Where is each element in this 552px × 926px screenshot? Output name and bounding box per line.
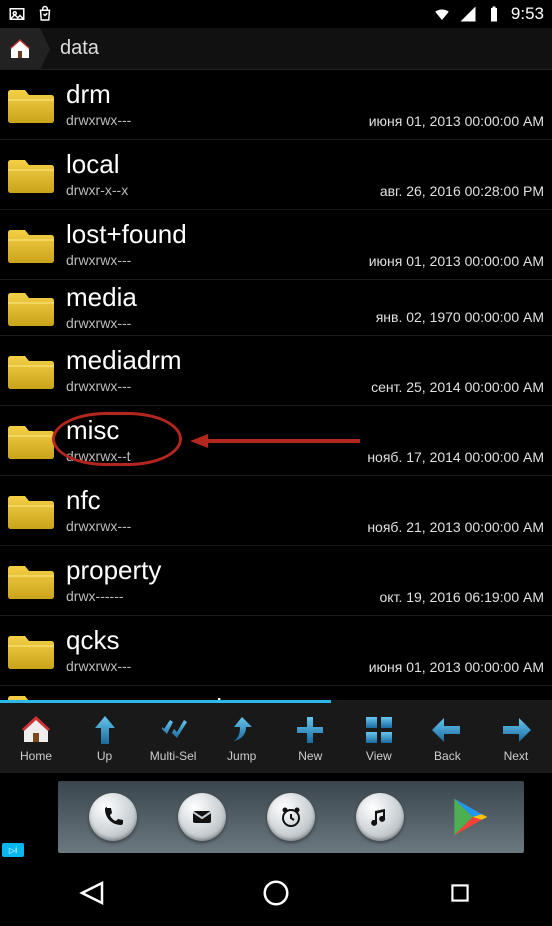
folder-permissions: drwxrwx--- <box>66 112 369 129</box>
folder-permissions: drwxrwx--t <box>66 448 367 465</box>
toolbar-label: Jump <box>227 749 256 763</box>
file-list[interactable]: drm drwxrwx--- июня 01, 2013 00:00:00 AM… <box>0 70 552 700</box>
folder-row-resource-cache[interactable]: resource-cache <box>0 686 552 700</box>
toolbar-label: Multi-Sel <box>150 749 197 763</box>
folder-name: drm <box>66 80 369 109</box>
folder-name: misc <box>66 416 367 445</box>
ad-mail-icon[interactable] <box>178 793 226 841</box>
toolbar: Home Up Multi-Sel Jump New View Back Next <box>0 703 552 773</box>
toolbar-new-button[interactable]: New <box>280 713 340 763</box>
folder-row-qcks[interactable]: qcks drwxrwx--- июня 01, 2013 00:00:00 A… <box>0 616 552 686</box>
android-nav-bar <box>0 859 552 926</box>
toolbar-jump-button[interactable]: Jump <box>212 713 272 763</box>
toolbar-label: Next <box>504 749 529 763</box>
folder-name: mediadrm <box>66 346 371 375</box>
nav-back-button[interactable] <box>52 868 132 918</box>
status-bar: 9:53 <box>0 0 552 28</box>
folder-date: июня 01, 2013 00:00:00 AM <box>369 113 544 129</box>
folder-permissions: drwx------ <box>66 588 380 605</box>
folder-row-media[interactable]: media drwxrwx--- янв. 02, 1970 00:00:00 … <box>0 280 552 336</box>
folder-permissions: drwxrwx--- <box>66 518 367 535</box>
breadcrumb-path[interactable]: data <box>50 37 552 60</box>
battery-icon <box>485 5 503 23</box>
folder-row-property[interactable]: property drwx------ окт. 19, 2016 06:19:… <box>0 546 552 616</box>
folder-row-mediadrm[interactable]: mediadrm drwxrwx--- сент. 25, 2014 00:00… <box>0 336 552 406</box>
nav-recent-button[interactable] <box>420 868 500 918</box>
ad-playstore-icon[interactable] <box>445 793 493 841</box>
toolbar-label: New <box>298 749 322 763</box>
toolbar-multisel-button[interactable]: Multi-Sel <box>143 713 203 763</box>
breadcrumb-home-button[interactable] <box>0 28 40 70</box>
folder-permissions: drwxrwx--- <box>66 658 369 675</box>
toolbar-view-button[interactable]: View <box>349 713 409 763</box>
folder-name: media <box>66 283 376 312</box>
folder-date: янв. 02, 1970 00:00:00 AM <box>376 309 544 325</box>
folder-name: resource-cache <box>66 694 544 700</box>
toolbar-back-button[interactable]: Back <box>417 713 477 763</box>
folder-permissions: drwxrwx--- <box>66 378 371 395</box>
toolbar-label: Up <box>97 749 112 763</box>
image-stub-icon <box>8 5 26 23</box>
folder-date: июня 01, 2013 00:00:00 AM <box>369 253 544 269</box>
wifi-icon <box>433 5 451 23</box>
folder-row-misc[interactable]: misc drwxrwx--t нояб. 17, 2014 00:00:00 … <box>0 406 552 476</box>
toolbar-up-button[interactable]: Up <box>75 713 135 763</box>
toolbar-label: Home <box>20 749 52 763</box>
folder-date: нояб. 21, 2013 00:00:00 AM <box>367 519 544 535</box>
nav-home-button[interactable] <box>236 868 316 918</box>
toolbar-label: Back <box>434 749 461 763</box>
folder-date: окт. 19, 2016 06:19:00 AM <box>380 589 544 605</box>
status-time: 9:53 <box>511 4 544 24</box>
folder-row-local[interactable]: local drwxr-x--x авг. 26, 2016 00:28:00 … <box>0 140 552 210</box>
folder-name: local <box>66 150 380 179</box>
toolbar-label: View <box>366 749 392 763</box>
signal-icon <box>459 5 477 23</box>
breadcrumb: data <box>0 28 552 70</box>
folder-date: июня 01, 2013 00:00:00 AM <box>369 659 544 675</box>
folder-permissions: drwxr-x--x <box>66 182 380 199</box>
breadcrumb-arrow-icon <box>40 28 50 70</box>
ad-banner[interactable]: ▷i <box>0 773 552 859</box>
folder-name: property <box>66 556 380 585</box>
folder-row-lost+found[interactable]: lost+found drwxrwx--- июня 01, 2013 00:0… <box>0 210 552 280</box>
folder-permissions: drwxrwx--- <box>66 315 376 332</box>
folder-name: qcks <box>66 626 369 655</box>
ad-music-icon[interactable] <box>356 793 404 841</box>
toolbar-next-button[interactable]: Next <box>486 713 546 763</box>
shopping-bag-icon <box>36 5 54 23</box>
folder-date: сент. 25, 2014 00:00:00 AM <box>371 379 544 395</box>
folder-date: нояб. 17, 2014 00:00:00 AM <box>367 449 544 465</box>
toolbar-home-button[interactable]: Home <box>6 713 66 763</box>
folder-name: lost+found <box>66 220 369 249</box>
folder-row-drm[interactable]: drm drwxrwx--- июня 01, 2013 00:00:00 AM <box>0 70 552 140</box>
folder-date: авг. 26, 2016 00:28:00 PM <box>380 183 544 199</box>
folder-permissions: drwxrwx--- <box>66 252 369 269</box>
folder-name: nfc <box>66 486 367 515</box>
folder-row-nfc[interactable]: nfc drwxrwx--- нояб. 21, 2013 00:00:00 A… <box>0 476 552 546</box>
adchoices-badge[interactable]: ▷i <box>2 843 24 857</box>
ad-phone-icon[interactable] <box>89 793 137 841</box>
ad-clock-icon[interactable] <box>267 793 315 841</box>
